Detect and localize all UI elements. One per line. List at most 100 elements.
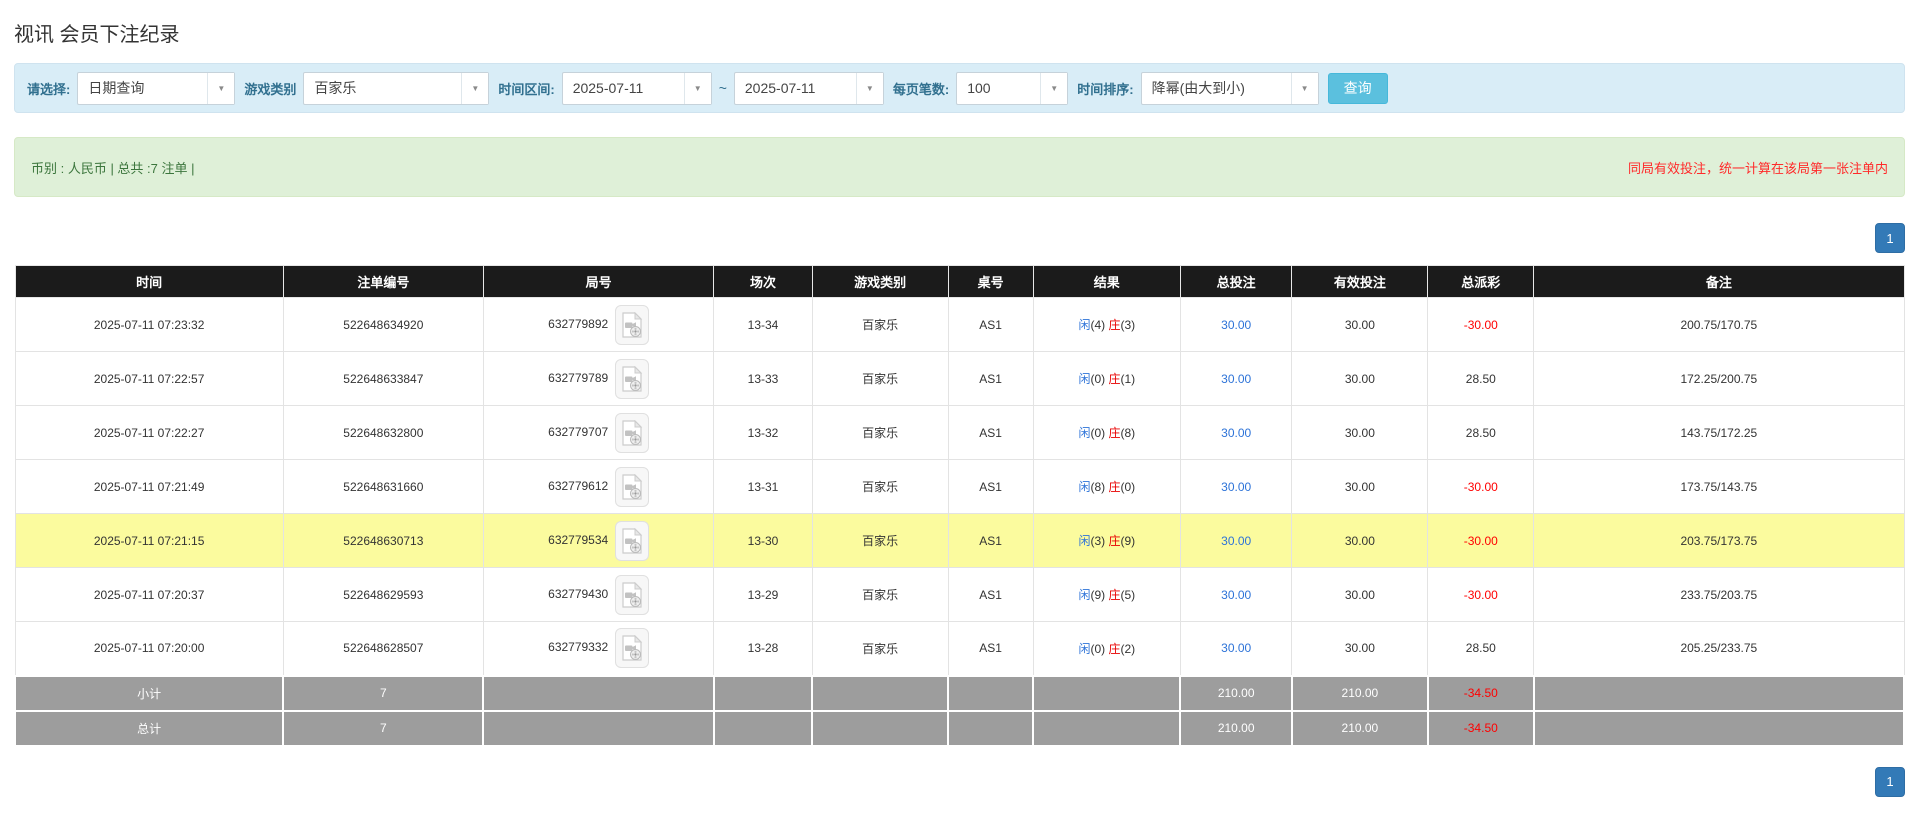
subtotal-row: 小计7210.00210.00-34.50 <box>15 676 1904 711</box>
table-header-row: 时间注单编号局号场次游戏类别桌号结果总投注有效投注总派彩备注 <box>15 266 1904 298</box>
video-replay-button[interactable] <box>615 413 649 453</box>
video-replay-button[interactable] <box>615 628 649 668</box>
summary-payout: -34.50 <box>1428 676 1534 711</box>
note: 205.25/233.75 <box>1534 622 1904 676</box>
video-replay-button[interactable] <box>615 575 649 615</box>
table-number: AS1 <box>948 568 1033 622</box>
total-bet-link[interactable]: 30.00 <box>1221 534 1251 548</box>
table-number: AS1 <box>948 406 1033 460</box>
total-bet-link[interactable]: 30.00 <box>1221 588 1251 602</box>
total-bet-link[interactable]: 30.00 <box>1221 318 1251 332</box>
summary-empty-cell <box>1033 676 1180 711</box>
total-bet-cell: 30.00 <box>1180 568 1291 622</box>
result-player: 闲 <box>1078 534 1090 548</box>
summary-label: 小计 <box>15 676 283 711</box>
result-player: 闲 <box>1078 318 1090 332</box>
result-cell: 闲(0) 庄(2) <box>1033 622 1180 676</box>
total-bet-link[interactable]: 30.00 <box>1221 480 1251 494</box>
video-replay-icon <box>621 366 643 392</box>
video-replay-button[interactable] <box>615 359 649 399</box>
total-bet-link[interactable]: 30.00 <box>1221 426 1251 440</box>
total-bet-link[interactable]: 30.00 <box>1221 641 1251 655</box>
date-range-label: 时间区间: <box>498 79 554 98</box>
video-replay-button[interactable] <box>615 521 649 561</box>
round-id-cell: 632779892 <box>483 298 713 352</box>
column-header: 注单编号 <box>283 266 483 298</box>
column-header: 总投注 <box>1180 266 1291 298</box>
date-range-group: 时间区间: 2025-07-11 ▼ ~ 2025-07-11 ▼ <box>498 72 884 105</box>
total-bet-cell: 30.00 <box>1180 622 1291 676</box>
notice-text: 同局有效投注，统一计算在该局第一张注单内 <box>1628 158 1888 177</box>
bet-time: 2025-07-11 07:22:27 <box>15 406 283 460</box>
chevron-down-icon: ▼ <box>856 73 883 104</box>
total-bet-link[interactable]: 30.00 <box>1221 372 1251 386</box>
page-button[interactable]: 1 <box>1875 767 1905 797</box>
round-number: 632779534 <box>548 533 608 547</box>
video-replay-icon <box>621 582 643 608</box>
bet-time: 2025-07-11 07:23:32 <box>15 298 283 352</box>
summary-total-bet: 210.00 <box>1180 711 1291 746</box>
query-type-select[interactable]: 日期查询 ▼ <box>77 72 235 105</box>
game-type-label: 游戏类别 <box>244 79 296 98</box>
bet-id: 522648628507 <box>283 622 483 676</box>
session-number: 13-30 <box>714 514 812 568</box>
video-replay-button[interactable] <box>615 467 649 507</box>
pagination-top: 1 <box>14 223 1905 253</box>
table-number: AS1 <box>948 622 1033 676</box>
search-button[interactable]: 查询 <box>1328 73 1388 104</box>
page-size-value: 100 <box>957 73 1040 104</box>
result-banker: 庄 <box>1108 588 1120 602</box>
date-from-value: 2025-07-11 <box>563 73 684 104</box>
table-number: AS1 <box>948 298 1033 352</box>
bet-id: 522648632800 <box>283 406 483 460</box>
page: 视讯 会员下注纪录 请选择: 日期查询 ▼ 游戏类别 百家乐 ▼ 时间区间: 2… <box>0 0 1919 797</box>
video-replay-button[interactable] <box>615 305 649 345</box>
bet-id: 522648629593 <box>283 568 483 622</box>
bet-time: 2025-07-11 07:20:00 <box>15 622 283 676</box>
result-banker: 庄 <box>1108 372 1120 386</box>
chevron-down-icon: ▼ <box>684 73 711 104</box>
result-banker: 庄 <box>1108 318 1120 332</box>
result-player-score: (3) <box>1090 534 1108 548</box>
result-player: 闲 <box>1078 642 1090 656</box>
payout: -30.00 <box>1428 514 1534 568</box>
round-number: 632779892 <box>548 317 608 331</box>
table-row: 2025-07-11 07:23:32522648634920632779892… <box>15 298 1904 352</box>
query-type-label: 请选择: <box>27 79 70 98</box>
result-player: 闲 <box>1078 372 1090 386</box>
summary-valid-bet: 210.00 <box>1292 676 1428 711</box>
summary-empty-cell <box>1033 711 1180 746</box>
bet-time: 2025-07-11 07:22:57 <box>15 352 283 406</box>
bet-time: 2025-07-11 07:21:15 <box>15 514 283 568</box>
table-number: AS1 <box>948 514 1033 568</box>
table-row: 2025-07-11 07:21:49522648631660632779612… <box>15 460 1904 514</box>
session-number: 13-33 <box>714 352 812 406</box>
table-body: 2025-07-11 07:23:32522648634920632779892… <box>15 298 1904 746</box>
game-type-select[interactable]: 百家乐 ▼ <box>303 72 489 105</box>
column-header: 时间 <box>15 266 283 298</box>
result-banker: 庄 <box>1108 642 1120 656</box>
column-header: 总派彩 <box>1428 266 1534 298</box>
game-type: 百家乐 <box>812 298 948 352</box>
game-type: 百家乐 <box>812 460 948 514</box>
date-from-select[interactable]: 2025-07-11 ▼ <box>562 72 712 105</box>
result-cell: 闲(3) 庄(9) <box>1033 514 1180 568</box>
result-player-score: (0) <box>1090 372 1108 386</box>
game-type-group: 游戏类别 百家乐 ▼ <box>244 72 489 105</box>
result-banker: 庄 <box>1108 426 1120 440</box>
table-row: 2025-07-11 07:20:37522648629593632779430… <box>15 568 1904 622</box>
date-to-select[interactable]: 2025-07-11 ▼ <box>734 72 884 105</box>
result-banker-score: (3) <box>1120 318 1135 332</box>
session-number: 13-34 <box>714 298 812 352</box>
table-row: 2025-07-11 07:22:57522648633847632779789… <box>15 352 1904 406</box>
summary-note <box>1534 711 1904 746</box>
result-banker-score: (9) <box>1120 534 1135 548</box>
session-number: 13-28 <box>714 622 812 676</box>
summary-count: 7 <box>283 711 483 746</box>
sort-select[interactable]: 降幂(由大到小) ▼ <box>1141 72 1319 105</box>
session-number: 13-29 <box>714 568 812 622</box>
summary-payout: -34.50 <box>1428 711 1534 746</box>
page-button[interactable]: 1 <box>1875 223 1905 253</box>
page-size-select[interactable]: 100 ▼ <box>956 72 1068 105</box>
valid-bet: 30.00 <box>1292 460 1428 514</box>
